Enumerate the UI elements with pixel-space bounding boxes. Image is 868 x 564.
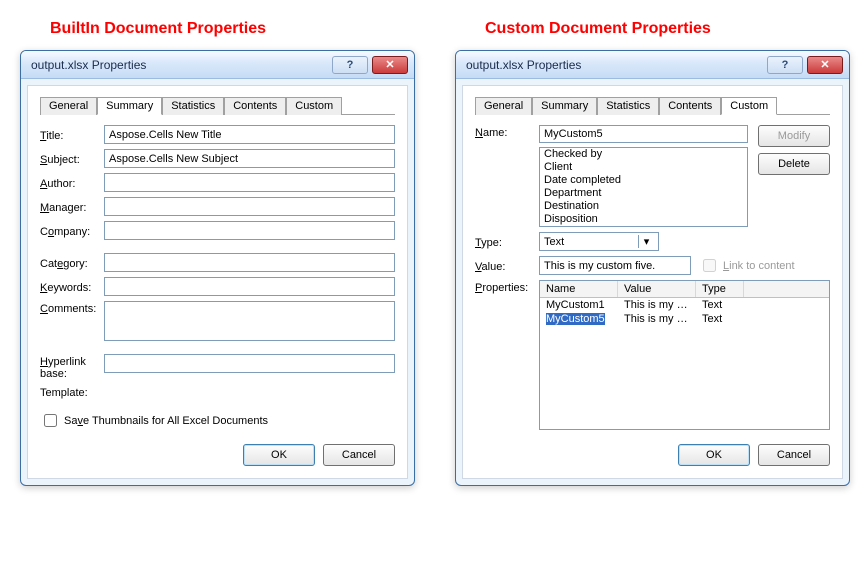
chevron-down-icon: ▾	[638, 235, 654, 248]
keywords-label: Keywords:	[40, 280, 104, 294]
ok-button[interactable]: OK	[678, 444, 750, 466]
tabs-left: General Summary Statistics Contents Cust…	[40, 96, 395, 115]
col-name: Name	[540, 281, 618, 297]
link-content-label: Link to content	[723, 260, 795, 272]
value-label: Value:	[475, 259, 539, 273]
tab-custom[interactable]: Custom	[286, 97, 342, 115]
title-field[interactable]	[104, 125, 395, 144]
save-thumbnails-label: Save Thumbnails for All Excel Documents	[64, 415, 268, 427]
name-options-list[interactable]: Checked by Client Date completed Departm…	[539, 147, 748, 227]
category-label: Category:	[40, 256, 104, 270]
name-label: Name:	[475, 125, 539, 139]
author-field[interactable]	[104, 173, 395, 192]
tab-contents[interactable]: Contents	[224, 97, 286, 115]
list-item[interactable]: Destination	[540, 200, 747, 213]
col-type: Type	[696, 281, 744, 297]
keywords-field[interactable]	[104, 277, 395, 296]
tab-summary[interactable]: Summary	[97, 97, 162, 115]
manager-label: Manager:	[40, 200, 104, 214]
close-icon[interactable]: ✕	[372, 56, 408, 74]
list-item[interactable]: Checked by	[540, 148, 747, 161]
dialog-title-r: output.xlsx Properties	[462, 58, 767, 72]
type-value: Text	[544, 236, 564, 248]
hyperlink-label: Hyperlinkbase:	[40, 354, 104, 380]
properties-label: Properties:	[475, 280, 539, 294]
table-row[interactable]: MyCustom1 This is my c... Text	[540, 298, 829, 312]
properties-grid[interactable]: Name Value Type MyCustom1 This is my c..…	[539, 280, 830, 430]
header-right: Custom Document Properties	[485, 20, 850, 38]
category-field[interactable]	[104, 253, 395, 272]
table-row[interactable]: MyCustom5 This is my c... Text	[540, 312, 829, 326]
list-item[interactable]: Disposition	[540, 213, 747, 226]
title-label: Title:	[40, 128, 104, 142]
titlebar-right: output.xlsx Properties ? ✕	[456, 51, 849, 79]
company-field[interactable]	[104, 221, 395, 240]
modify-button[interactable]: Modify	[758, 125, 830, 147]
cancel-button[interactable]: Cancel	[323, 444, 395, 466]
name-field[interactable]	[539, 125, 748, 143]
save-thumbnails-checkbox[interactable]	[44, 414, 57, 427]
hyperlink-field[interactable]	[104, 354, 395, 373]
titlebar-left: output.xlsx Properties ? ✕	[21, 51, 414, 79]
tab-statistics[interactable]: Statistics	[162, 97, 224, 115]
tab-general[interactable]: General	[475, 97, 532, 115]
dialog-custom: output.xlsx Properties ? ✕ General Summa…	[455, 50, 850, 486]
delete-button[interactable]: Delete	[758, 153, 830, 175]
tabs-right: General Summary Statistics Contents Cust…	[475, 96, 830, 115]
company-label: Company:	[40, 224, 104, 238]
type-label: Type:	[475, 235, 539, 249]
list-item[interactable]: Date completed	[540, 174, 747, 187]
help-icon[interactable]: ?	[767, 56, 803, 74]
tab-summary[interactable]: Summary	[532, 97, 597, 115]
tab-statistics[interactable]: Statistics	[597, 97, 659, 115]
type-combo[interactable]: Text ▾	[539, 232, 659, 251]
author-label: Author:	[40, 176, 104, 190]
comments-field[interactable]	[104, 301, 395, 341]
tab-general[interactable]: General	[40, 97, 97, 115]
cancel-button[interactable]: Cancel	[758, 444, 830, 466]
close-icon[interactable]: ✕	[807, 56, 843, 74]
header-left: BuiltIn Document Properties	[50, 20, 415, 38]
link-content-checkbox	[703, 259, 716, 272]
subject-field[interactable]	[104, 149, 395, 168]
list-item[interactable]: Department	[540, 187, 747, 200]
value-field[interactable]	[539, 256, 691, 275]
dialog-builtin: output.xlsx Properties ? ✕ General Summa…	[20, 50, 415, 486]
comments-label: Comments:	[40, 301, 104, 315]
dialog-title: output.xlsx Properties	[27, 58, 332, 72]
tab-contents[interactable]: Contents	[659, 97, 721, 115]
subject-label: Subject:	[40, 152, 104, 166]
help-icon[interactable]: ?	[332, 56, 368, 74]
tab-custom[interactable]: Custom	[721, 97, 777, 115]
manager-field[interactable]	[104, 197, 395, 216]
ok-button[interactable]: OK	[243, 444, 315, 466]
list-item[interactable]: Client	[540, 161, 747, 174]
col-value: Value	[618, 281, 696, 297]
template-label: Template:	[40, 385, 104, 399]
